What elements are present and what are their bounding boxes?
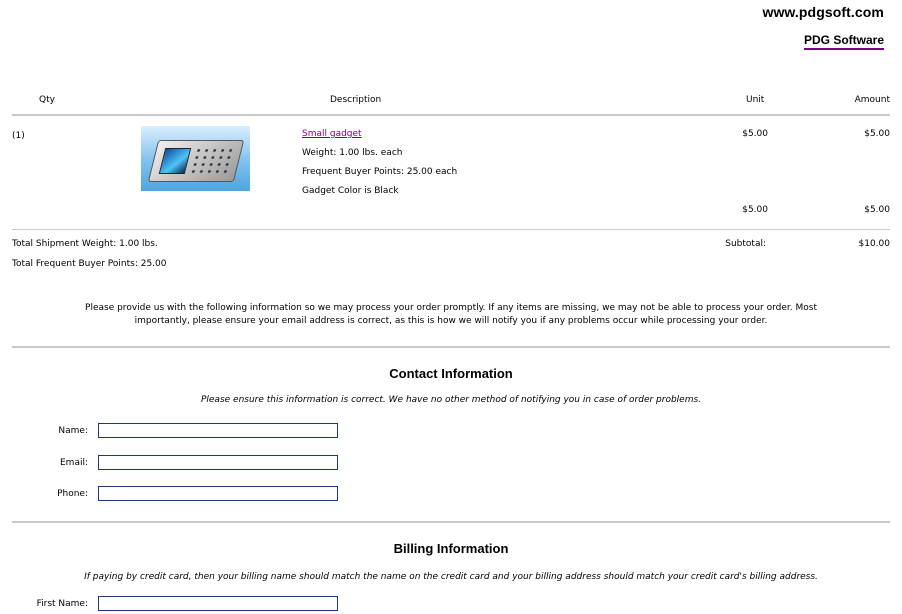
option-amount: $5.00	[864, 205, 890, 215]
name-label: Name:	[58, 426, 88, 436]
column-header-description: Description	[330, 95, 382, 105]
column-header-qty: Qty	[39, 95, 55, 105]
item-option: Gadget Color is Black	[302, 186, 399, 196]
item-weight: Weight: 1.00 lbs. each	[302, 148, 403, 158]
total-buyer-points: Total Frequent Buyer Points: 25.00	[12, 259, 167, 269]
phone-label: Phone:	[57, 489, 88, 499]
email-input[interactable]	[98, 455, 338, 470]
email-label: Email:	[59, 458, 88, 468]
order-notice-line-2: importantly, please ensure your email ad…	[134, 316, 768, 326]
gadget-keypad	[188, 147, 236, 175]
contact-section-note: Please ensure this information is correc…	[200, 395, 702, 405]
notice-divider	[12, 346, 890, 348]
subtotal-value: $10.00	[858, 239, 891, 249]
option-unit-price: $5.00	[742, 205, 768, 215]
phone-input[interactable]	[98, 486, 338, 501]
item-unit-price: $5.00	[742, 129, 768, 139]
order-notice-line-1: Please provide us with the following inf…	[85, 303, 817, 313]
handheld-gadget-image	[147, 140, 245, 182]
site-name-link[interactable]: PDG Software	[803, 33, 884, 50]
order-form-page: www.pdgsoft.com PDG Software Qty Descrip…	[0, 0, 902, 614]
billing-section-note: If paying by credit card, then your bill…	[84, 572, 818, 582]
item-qty: (1)	[12, 131, 25, 141]
order-notice: Please provide us with the following inf…	[20, 302, 882, 328]
column-header-amount: Amount	[854, 95, 890, 105]
item-name-link[interactable]: Small gadget	[302, 129, 362, 139]
item-points: Frequent Buyer Points: 25.00 each	[302, 167, 458, 177]
product-image	[141, 126, 250, 191]
name-input[interactable]	[98, 423, 338, 438]
first-name-label: First Name:	[36, 599, 88, 609]
first-name-input[interactable]	[98, 596, 338, 611]
contact-section-title: Contact Information	[389, 366, 513, 381]
column-header-unit: Unit	[746, 95, 765, 105]
contact-divider	[12, 521, 890, 523]
subtotal-label: Subtotal:	[725, 239, 766, 249]
item-name-cell: Small gadget	[302, 129, 362, 139]
total-shipment-weight: Total Shipment Weight: 1.00 lbs.	[12, 239, 158, 249]
billing-section-title: Billing Information	[393, 541, 509, 556]
gadget-screen	[158, 148, 192, 174]
site-url: www.pdgsoft.com	[762, 4, 884, 20]
header-divider	[12, 114, 890, 116]
items-divider	[12, 229, 890, 230]
item-amount: $5.00	[864, 129, 890, 139]
